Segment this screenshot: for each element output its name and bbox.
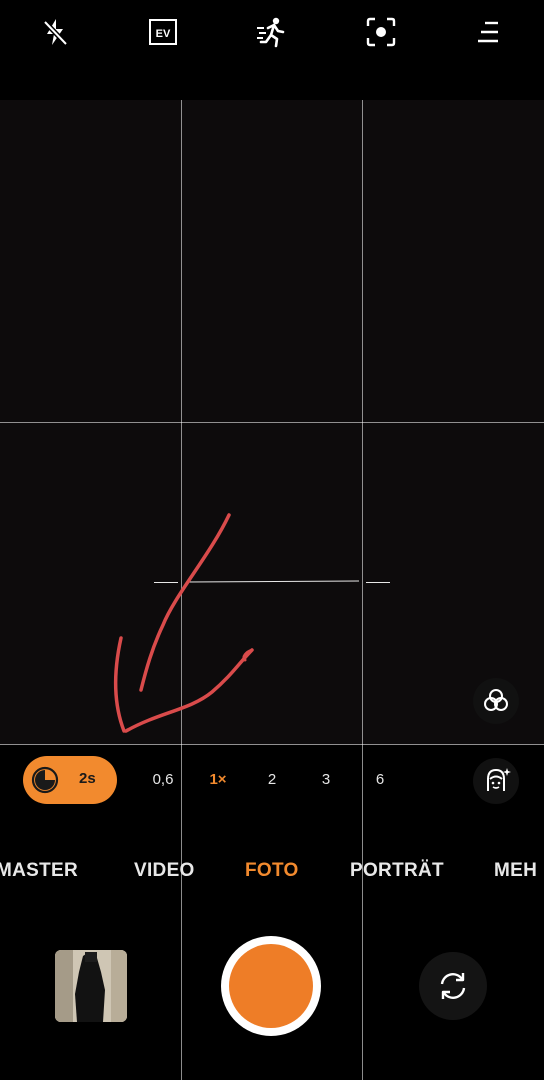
zoom-2[interactable]: 2 bbox=[257, 771, 287, 788]
filter-icon bbox=[484, 689, 508, 711]
mode-video[interactable]: VIDEO bbox=[134, 860, 195, 882]
switch-camera-icon bbox=[440, 973, 466, 999]
timer-button[interactable]: 2s bbox=[23, 756, 117, 804]
zoom-6[interactable]: 6 bbox=[365, 771, 395, 788]
zoom-0-6[interactable]: 0,6 bbox=[148, 771, 178, 788]
filter-button[interactable] bbox=[473, 678, 519, 724]
timer-icon bbox=[31, 766, 59, 794]
shutter-button[interactable] bbox=[221, 936, 321, 1036]
switch-camera-button[interactable] bbox=[419, 952, 487, 1020]
mode-more[interactable]: MEH bbox=[494, 860, 537, 882]
zoom-3[interactable]: 3 bbox=[311, 771, 341, 788]
gallery-thumbnail[interactable] bbox=[55, 950, 127, 1022]
mode-portrait[interactable]: PORTRÄT bbox=[350, 860, 444, 882]
beauty-button[interactable] bbox=[473, 758, 519, 804]
mode-master[interactable]: MASTER bbox=[0, 860, 78, 882]
zoom-1x[interactable]: 1× bbox=[203, 771, 233, 788]
shutter-inner bbox=[229, 944, 313, 1028]
hand-drawn-arrow bbox=[114, 513, 254, 733]
beauty-face-icon bbox=[487, 768, 511, 791]
mode-foto[interactable]: FOTO bbox=[245, 860, 299, 882]
thumbnail-image bbox=[55, 950, 127, 1022]
timer-label: 2s bbox=[79, 770, 96, 787]
